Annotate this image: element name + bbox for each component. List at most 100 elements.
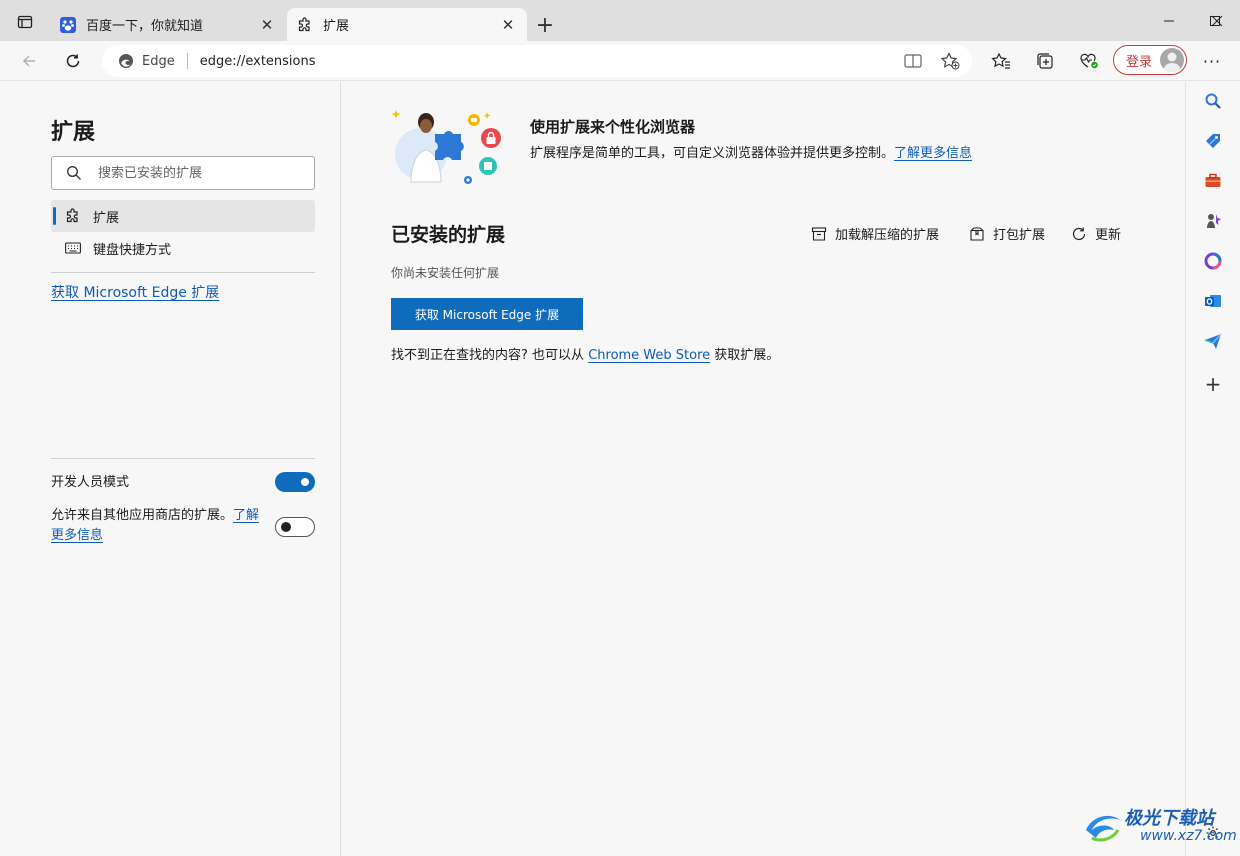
back-button[interactable] — [14, 47, 44, 75]
hero-learn-more-link[interactable]: 了解更多信息 — [894, 146, 972, 161]
action-label: 加载解压缩的扩展 — [835, 228, 940, 243]
refresh-button[interactable] — [58, 47, 88, 75]
edge-sidebar: + — [1185, 82, 1240, 856]
divider — [51, 458, 315, 459]
tab-title: 百度一下，你就知道 — [86, 19, 204, 34]
back-arrow-icon — [22, 55, 35, 67]
chrome-web-store-link[interactable]: Chrome Web Store — [588, 348, 710, 363]
edge-logo-icon — [119, 54, 133, 68]
load-unpacked-button[interactable]: 加载解压缩的扩展 — [810, 224, 939, 243]
store-hint: 找不到正在查找的内容? 也可以从 Chrome Web Store 获取扩展。 — [391, 344, 779, 363]
developer-mode-label: 开发人员模式 — [51, 475, 130, 490]
user-silhouette-icon — [1164, 52, 1180, 72]
search-field[interactable] — [51, 156, 315, 190]
login-button[interactable]: 登录 — [1113, 45, 1187, 75]
tab-baidu[interactable]: 百度一下，你就知道 ✕ — [50, 8, 286, 41]
extensions-illustration — [389, 108, 511, 188]
search-icon — [67, 166, 81, 180]
sidebar-office-button[interactable] — [1200, 248, 1226, 274]
shopping-tag-icon — [1206, 134, 1220, 148]
plus-icon: + — [535, 12, 555, 38]
site-identity[interactable]: Edge — [118, 53, 175, 69]
sidebar-shopping-button[interactable] — [1200, 128, 1226, 154]
favorites-button[interactable] — [986, 47, 1016, 75]
close-tab-icon[interactable]: ✕ — [258, 16, 276, 34]
site-label: Edge — [142, 53, 175, 69]
get-extensions-link[interactable]: 获取 Microsoft Edge 扩展 — [51, 282, 219, 302]
action-label: 打包扩展 — [993, 228, 1046, 243]
sidebar-games-button[interactable] — [1200, 208, 1226, 234]
sidebar-drop-button[interactable] — [1200, 328, 1226, 354]
heart-pulse-icon — [1080, 53, 1098, 69]
allow-other-stores-text: 允许来自其他应用商店的扩展。 — [51, 508, 234, 523]
sidebar-outlook-button[interactable] — [1200, 288, 1226, 314]
avatar — [1160, 48, 1184, 72]
pack-extension-button[interactable]: 打包扩展 — [968, 224, 1045, 243]
extensions-sidebar: 扩展 扩展 键盘快捷方式 获取 Microsoft Edge 扩展 开发人员模式… — [0, 82, 341, 856]
close-window-button[interactable] — [1194, 0, 1240, 41]
nav-item-extensions[interactable]: 扩展 — [51, 200, 315, 232]
search-input[interactable] — [96, 164, 296, 182]
hero-title: 使用扩展来个性化浏览器 — [530, 118, 696, 136]
main-content: 使用扩展来个性化浏览器 扩展程序是简单的工具，可自定义浏览器体验并提供更多控制。… — [341, 82, 1184, 856]
sidebar-tools-button[interactable] — [1200, 168, 1226, 194]
watermark-title: 极光下载站 — [1124, 808, 1214, 829]
get-extensions-button[interactable]: 获取 Microsoft Edge 扩展 — [391, 298, 583, 330]
browser-essentials-button[interactable] — [1074, 47, 1104, 75]
toolbar: Edge edge://extensions 登录 ··· — [0, 41, 1240, 81]
toolbox-icon — [1205, 173, 1221, 187]
login-label: 登录 — [1126, 54, 1153, 70]
settings-more-button[interactable]: ··· — [1197, 47, 1227, 75]
refresh-icon — [66, 54, 80, 68]
puzzle-icon — [297, 16, 313, 33]
reading-view-icon[interactable] — [904, 53, 922, 73]
url-text[interactable]: edge://extensions — [200, 54, 316, 69]
collections-button[interactable] — [1030, 47, 1060, 75]
new-tab-button[interactable]: + — [532, 12, 558, 38]
nav-item-label: 键盘快捷方式 — [93, 242, 172, 258]
tab-extensions[interactable]: 扩展 ✕ — [287, 8, 527, 41]
close-icon — [1211, 15, 1223, 26]
page-title: 扩展 — [51, 120, 96, 145]
sidebar-add-button[interactable]: + — [1200, 371, 1226, 397]
keyboard-icon — [65, 240, 81, 256]
tab-actions-button[interactable] — [8, 8, 42, 36]
search-icon — [1205, 93, 1221, 109]
divider — [51, 272, 315, 273]
divider — [186, 53, 188, 69]
hint-prefix: 找不到正在查找的内容? 也可以从 — [391, 348, 585, 363]
address-bar[interactable]: Edge edge://extensions — [102, 45, 972, 77]
puzzle-icon — [65, 208, 81, 224]
installed-extensions-title: 已安装的扩展 — [391, 224, 506, 246]
hero-description-text: 扩展程序是简单的工具，可自定义浏览器体验并提供更多控制。 — [530, 146, 895, 161]
tab-strip: 百度一下，你就知道 ✕ 扩展 ✕ + — [0, 0, 1240, 41]
tab-title: 扩展 — [323, 19, 350, 34]
allow-other-stores-label: 允许来自其他应用商店的扩展。了解更多信息 — [51, 506, 266, 546]
refresh-icon — [1070, 225, 1088, 243]
watermark-url: www.xz7.com — [1140, 828, 1237, 844]
allow-other-stores-toggle[interactable] — [275, 517, 315, 537]
developer-mode-toggle[interactable] — [275, 472, 315, 492]
favorites-icon — [991, 52, 1010, 69]
outlook-icon — [1205, 295, 1221, 307]
microsoft-365-icon — [1204, 252, 1222, 270]
more-dots-icon: ··· — [1202, 51, 1222, 71]
nav-item-keyboard-shortcuts[interactable]: 键盘快捷方式 — [51, 232, 315, 264]
chess-piece-icon — [1207, 214, 1221, 228]
add-favorite-icon[interactable] — [940, 52, 960, 74]
nav-item-label: 扩展 — [93, 210, 120, 226]
empty-state-text: 你尚未安装任何扩展 — [391, 266, 500, 280]
sidebar-search-button[interactable] — [1200, 88, 1226, 114]
hint-suffix: 获取扩展。 — [714, 348, 780, 363]
close-tab-icon[interactable]: ✕ — [499, 16, 517, 34]
collections-icon — [1037, 53, 1053, 69]
update-button[interactable]: 更新 — [1070, 224, 1121, 243]
package-icon — [968, 225, 986, 243]
watermark-logo: 极光下载站 www.xz7.com — [1082, 800, 1237, 850]
tab-actions-icon — [17, 15, 33, 29]
send-paper-plane-icon — [1204, 333, 1222, 349]
hero-description: 扩展程序是简单的工具，可自定义浏览器体验并提供更多控制。了解更多信息 — [530, 142, 972, 161]
baidu-paw-icon — [60, 16, 76, 33]
watermark-swirl-icon — [1086, 815, 1120, 842]
